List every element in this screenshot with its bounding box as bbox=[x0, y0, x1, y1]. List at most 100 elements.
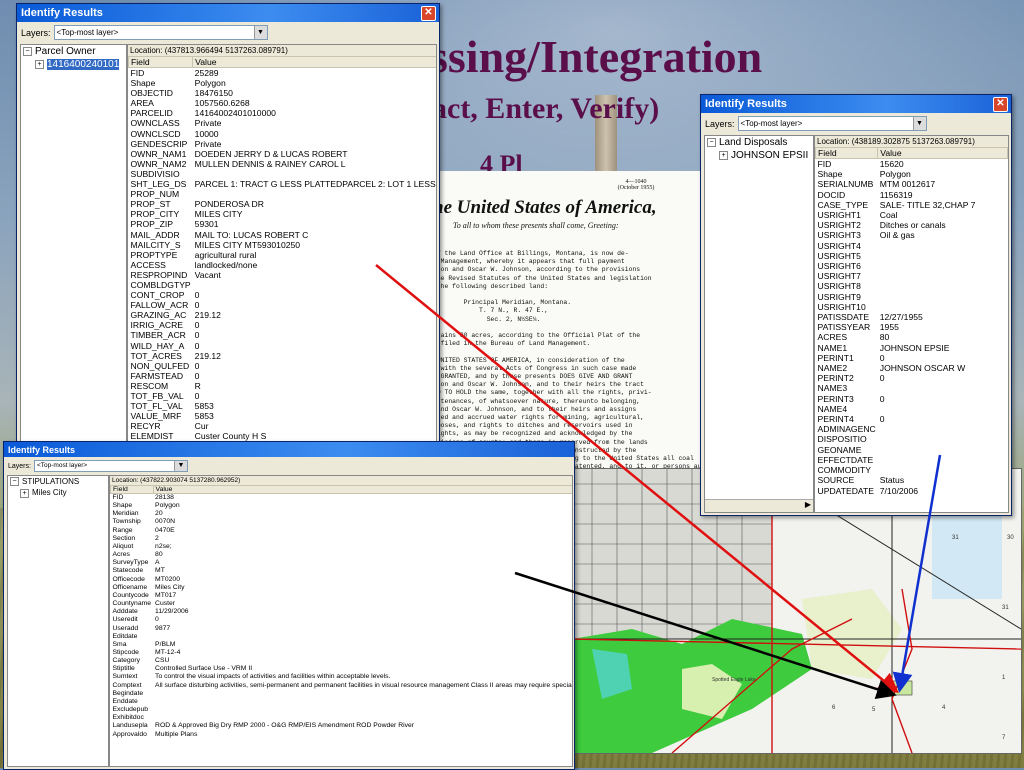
chevron-down-icon[interactable]: ▼ bbox=[912, 117, 926, 130]
table-row[interactable]: FALLOW_ACR 0 bbox=[129, 300, 437, 310]
window-titlebar[interactable]: Identify Results ✕ bbox=[701, 95, 1011, 113]
table-row[interactable]: PARCELID 14164002401010000 bbox=[129, 108, 437, 118]
table-row[interactable]: PROP_NUM bbox=[129, 189, 437, 199]
table-row[interactable]: MAILCITY_S MILES CITY MT593010250 bbox=[129, 240, 437, 250]
table-row[interactable]: DISPOSITIO bbox=[816, 434, 1008, 444]
table-row[interactable]: ADMINAGENC bbox=[816, 424, 1008, 434]
layers-dropdown[interactable]: <Top-most layer> ▼ bbox=[737, 116, 927, 131]
table-row[interactable]: OWNR_NAM2 MULLEN DENNIS & RAINEY CAROL L bbox=[129, 159, 437, 169]
table-row[interactable]: CONT_CROP 0 bbox=[129, 290, 437, 300]
table-row[interactable]: USRIGHT3 Oil & gas bbox=[816, 230, 1008, 240]
table-row[interactable]: NAME2 JOHNSON OSCAR W bbox=[816, 363, 1008, 373]
table-row[interactable]: SOURCE Status bbox=[816, 475, 1008, 485]
column-header-field[interactable]: Field bbox=[128, 56, 194, 68]
table-row[interactable]: NAME3 bbox=[816, 383, 1008, 393]
table-row[interactable]: ELEMDIST Custer County H S bbox=[129, 431, 437, 441]
table-row[interactable]: PROPTYPE agricultural rural bbox=[129, 250, 437, 260]
table-row[interactable]: Landusepla ROD & Approved Big Dry RMP 200… bbox=[111, 722, 573, 730]
table-row[interactable]: PROP_ZIP 59301 bbox=[129, 219, 437, 229]
collapse-icon[interactable]: − bbox=[23, 46, 32, 56]
identify-results-window-land-disposals[interactable]: Identify Results ✕ Layers: <Top-most lay… bbox=[700, 94, 1012, 516]
table-row[interactable]: FID 28138 bbox=[111, 494, 573, 503]
close-icon[interactable]: ✕ bbox=[993, 97, 1008, 112]
table-row[interactable]: RESCOM R bbox=[129, 381, 437, 391]
table-row[interactable]: Category CSU bbox=[111, 657, 573, 665]
table-row[interactable]: USRIGHT2 Ditches or canals bbox=[816, 220, 1008, 230]
expand-icon[interactable]: + bbox=[20, 488, 29, 498]
table-row[interactable]: PERINT4 0 bbox=[816, 414, 1008, 424]
table-row[interactable]: Comptext All surface disturbing activitie… bbox=[111, 682, 573, 690]
table-row[interactable]: USRIGHT9 bbox=[816, 292, 1008, 302]
table-row[interactable]: Shape Polygon bbox=[111, 502, 573, 510]
table-row[interactable]: PERINT1 0 bbox=[816, 353, 1008, 363]
table-row[interactable]: Exhibitdoc bbox=[111, 714, 573, 722]
window-titlebar[interactable]: Identify Results bbox=[4, 442, 574, 457]
table-row[interactable]: Acres 80 bbox=[111, 551, 573, 559]
tree-node-layer[interactable]: − STIPULATIONS bbox=[8, 476, 108, 487]
scroll-right-icon[interactable]: ▶ bbox=[805, 500, 811, 509]
tree-node-feature[interactable]: + Miles City bbox=[8, 487, 108, 498]
table-row[interactable]: PROP_CITY MILES CITY bbox=[129, 209, 437, 219]
table-row[interactable]: USRIGHT4 bbox=[816, 241, 1008, 251]
table-row[interactable]: ACRES 80 bbox=[816, 332, 1008, 342]
table-row[interactable]: USRIGHT1 Coal bbox=[816, 210, 1008, 220]
table-row[interactable]: Editdate bbox=[111, 633, 573, 641]
table-row[interactable]: UPDATEDATE 7/10/2006 bbox=[816, 486, 1008, 496]
table-row[interactable]: Sma P/BLM bbox=[111, 641, 573, 649]
table-row[interactable]: NON_QULFED 0 bbox=[129, 361, 437, 371]
table-row[interactable]: TOT_ACRES 219.12 bbox=[129, 351, 437, 361]
table-row[interactable]: OWNCLSCD 10000 bbox=[129, 129, 437, 139]
table-row[interactable]: SUBDIVISIO bbox=[129, 169, 437, 179]
table-row[interactable]: Approvaldo Multiple Plans bbox=[111, 731, 573, 739]
table-row[interactable]: PATISSYEAR 1955 bbox=[816, 322, 1008, 332]
collapse-icon[interactable]: − bbox=[10, 477, 19, 487]
table-row[interactable]: AREA 1057560.6268 bbox=[129, 98, 437, 108]
table-row[interactable]: Excludepub bbox=[111, 706, 573, 714]
table-row[interactable]: EFFECTDATE bbox=[816, 455, 1008, 465]
table-row[interactable]: OWNR_NAM1 DOEDEN JERRY D & LUCAS ROBERT bbox=[129, 149, 437, 159]
identify-results-window-stipulations[interactable]: Identify Results Layers: <Top-most layer… bbox=[3, 441, 575, 770]
table-row[interactable]: Useradd 9877 bbox=[111, 625, 573, 633]
table-row[interactable]: SERIALNUMB MTM 0012617 bbox=[816, 179, 1008, 189]
table-row[interactable]: Township 0070N bbox=[111, 518, 573, 526]
table-row[interactable]: CASE_TYPE SALE- TITLE 32,CHAP 7 bbox=[816, 200, 1008, 210]
table-row[interactable]: Officecode MT0200 bbox=[111, 576, 573, 584]
table-row[interactable]: TOT_FL_VAL 5853 bbox=[129, 401, 437, 411]
table-row[interactable]: SHT_LEG_DS PARCEL 1: TRACT G LESS PLATTED… bbox=[129, 179, 437, 189]
table-row[interactable]: Section 2 bbox=[111, 535, 573, 543]
table-row[interactable]: SurveyType A bbox=[111, 559, 573, 567]
table-row[interactable]: RECYR Cur bbox=[129, 421, 437, 431]
results-tree[interactable]: − STIPULATIONS + Miles City bbox=[7, 475, 109, 767]
table-row[interactable]: VALUE_MRF 5853 bbox=[129, 411, 437, 421]
table-row[interactable]: Range 0470E bbox=[111, 527, 573, 535]
column-header-field[interactable]: Field bbox=[110, 485, 154, 494]
collapse-icon[interactable]: − bbox=[707, 137, 716, 147]
table-row[interactable]: PERINT2 0 bbox=[816, 373, 1008, 383]
close-icon[interactable]: ✕ bbox=[421, 6, 436, 21]
table-row[interactable]: FID 15620 bbox=[816, 159, 1008, 170]
table-row[interactable]: IRRIG_ACRE 0 bbox=[129, 320, 437, 330]
table-row[interactable]: GENDESCRIP Private bbox=[129, 139, 437, 149]
table-row[interactable]: ACCESS landlocked/none bbox=[129, 260, 437, 270]
column-header-value[interactable]: Value bbox=[192, 56, 436, 68]
tree-node-layer[interactable]: − Parcel Owner bbox=[21, 45, 126, 58]
layers-dropdown[interactable]: <Top-most layer> ▼ bbox=[33, 460, 188, 472]
tree-node-feature[interactable]: + JOHNSON EPSII bbox=[705, 149, 813, 162]
table-row[interactable]: Sumtext To control the visual impacts of … bbox=[111, 673, 573, 681]
table-row[interactable]: COMBLDGTYP bbox=[129, 280, 437, 290]
table-row[interactable]: PERINT3 0 bbox=[816, 394, 1008, 404]
table-row[interactable]: DOCID 1156319 bbox=[816, 190, 1008, 200]
table-row[interactable]: USRIGHT5 bbox=[816, 251, 1008, 261]
table-row[interactable]: USRIGHT10 bbox=[816, 302, 1008, 312]
table-row[interactable]: PROP_ST PONDEROSA DR bbox=[129, 199, 437, 209]
table-row[interactable]: TIMBER_ACR 0 bbox=[129, 330, 437, 340]
table-row[interactable]: RESPROPIND Vacant bbox=[129, 270, 437, 280]
table-row[interactable]: GEONAME bbox=[816, 445, 1008, 455]
table-row[interactable]: GRAZING_AC 219.12 bbox=[129, 310, 437, 320]
table-row[interactable]: Enddate bbox=[111, 698, 573, 706]
table-row[interactable]: Statecode MT bbox=[111, 567, 573, 575]
table-row[interactable]: Officename Miles City bbox=[111, 584, 573, 592]
window-titlebar[interactable]: Identify Results ✕ bbox=[17, 4, 439, 22]
table-row[interactable]: TOT_FB_VAL 0 bbox=[129, 391, 437, 401]
expand-icon[interactable]: + bbox=[35, 59, 44, 69]
